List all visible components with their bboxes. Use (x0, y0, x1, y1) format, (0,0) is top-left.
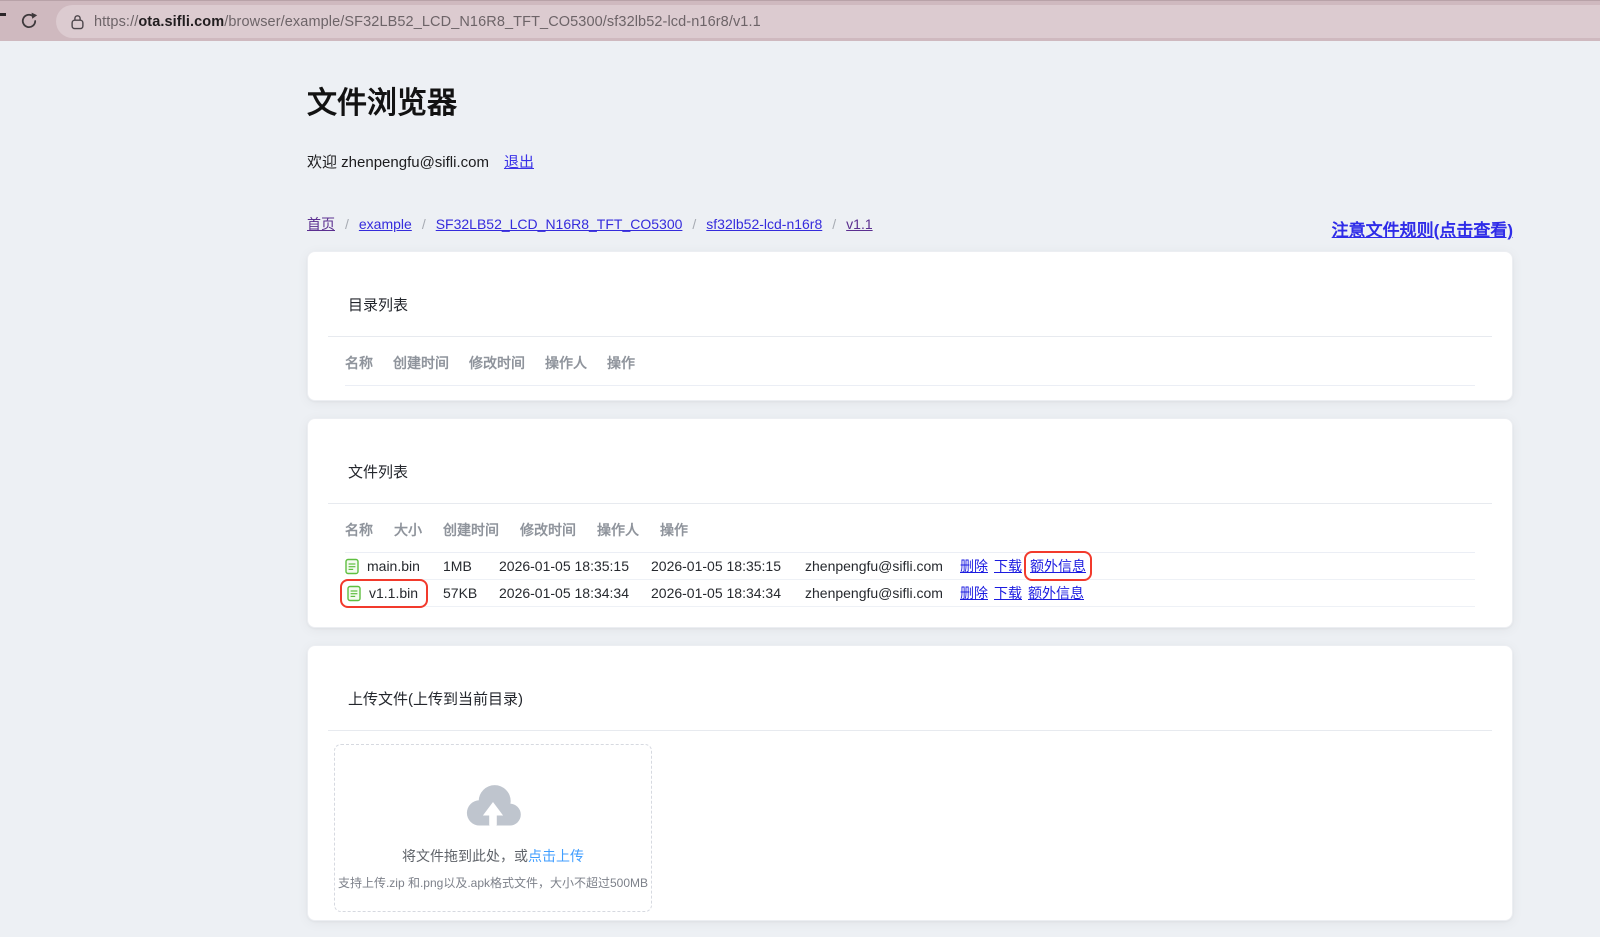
file-name-cell: main.bin (345, 558, 443, 575)
download-link[interactable]: 下载 (994, 583, 1022, 603)
table-row: v1.1.bin 57KB 2026-01-05 18:34:34 2026-0… (345, 580, 1475, 607)
file-card-title: 文件列表 (348, 461, 1492, 482)
logout-link[interactable]: 退出 (504, 154, 534, 171)
drag-here-text: 将文件拖到此处，或 (402, 848, 528, 864)
file-table-header: 名称 大小 创建时间 修改时间 操作人 操作 (345, 520, 1475, 553)
col-operator: 操作人 (545, 353, 587, 373)
file-created-time: 2026-01-05 18:35:15 (499, 558, 651, 574)
url-scheme: https:// (94, 14, 138, 30)
file-list-card: 文件列表 名称 大小 创建时间 修改时间 操作人 操作 mai (307, 418, 1513, 628)
col-name: 名称 (345, 520, 373, 540)
breadcrumb-version[interactable]: v1.1 (846, 216, 872, 232)
file-size: 57KB (443, 585, 499, 601)
upload-instruction: 将文件拖到此处，或点击上传 (335, 846, 651, 866)
file-icon (345, 558, 359, 575)
upload-cloud-icon (335, 779, 651, 830)
divider (328, 503, 1492, 504)
file-icon (347, 585, 361, 602)
url-text: https://ota.sifli.com/browser/example/SF… (94, 14, 761, 30)
delete-link[interactable]: 删除 (960, 556, 988, 576)
col-created: 创建时间 (443, 520, 499, 540)
address-bar[interactable]: https://ota.sifli.com/browser/example/SF… (56, 5, 1600, 38)
delete-link[interactable]: 删除 (960, 583, 988, 603)
col-name: 名称 (345, 353, 373, 373)
browser-toolbar: https://ota.sifli.com/browser/example/SF… (0, 0, 1600, 41)
file-rules-link[interactable]: 注意文件规则(点击查看) (1332, 216, 1513, 241)
divider (328, 336, 1492, 337)
col-modified: 修改时间 (469, 353, 525, 373)
lock-icon[interactable] (71, 14, 84, 30)
breadcrumb-board[interactable]: SF32LB52_LCD_N16R8_TFT_CO5300 (436, 216, 683, 232)
breadcrumb-home[interactable]: 首页 (307, 214, 335, 234)
click-to-upload-link[interactable]: 点击上传 (528, 848, 584, 864)
red-highlight-box: 额外信息 (1024, 551, 1092, 581)
welcome-text: 欢迎 (307, 154, 341, 171)
red-highlight-box: v1.1.bin (340, 579, 428, 608)
col-modified: 修改时间 (520, 520, 576, 540)
table-row: main.bin 1MB 2026-01-05 18:35:15 2026-01… (345, 553, 1475, 580)
col-created: 创建时间 (393, 353, 449, 373)
directory-list-card: 目录列表 名称 创建时间 修改时间 操作人 操作 (307, 251, 1513, 401)
upload-card: 上传文件(上传到当前目录) 将文件拖到此处 (307, 645, 1513, 921)
col-size: 大小 (394, 520, 422, 540)
breadcrumb-separator: / (832, 216, 836, 232)
file-modified-time: 2026-01-05 18:34:34 (651, 585, 805, 601)
file-modified-time: 2026-01-05 18:35:15 (651, 558, 805, 574)
welcome-line: 欢迎 zhenpengfu@sifli.com 退出 (307, 151, 1513, 172)
breadcrumb-separator: / (422, 216, 426, 232)
file-operator: zhenpengfu@sifli.com (805, 558, 960, 574)
file-created-time: 2026-01-05 18:34:34 (499, 585, 651, 601)
reload-icon[interactable] (19, 11, 39, 31)
file-name: main.bin (367, 558, 420, 574)
page-content: 文件浏览器 欢迎 zhenpengfu@sifli.com 退出 注意文件规则(点… (307, 88, 1513, 921)
file-name: v1.1.bin (369, 585, 418, 601)
extra-info-link[interactable]: 额外信息 (1028, 583, 1084, 603)
file-actions: 删除 下载 额外信息 (960, 583, 1084, 603)
file-operator: zhenpengfu@sifli.com (805, 585, 960, 601)
upload-dropzone[interactable]: 将文件拖到此处，或点击上传 支持上传.zip 和.png以及.apk格式文件，大… (334, 744, 652, 912)
directory-table-header: 名称 创建时间 修改时间 操作人 操作 (345, 353, 1475, 386)
breadcrumb-separator: / (345, 216, 349, 232)
url-path: /browser/example/SF32LB52_LCD_N16R8_TFT_… (224, 14, 761, 30)
extra-info-link[interactable]: 额外信息 (1030, 558, 1086, 574)
upload-tip: 支持上传.zip 和.png以及.apk格式文件，大小不超过500MB (335, 874, 651, 891)
directory-card-title: 目录列表 (348, 294, 1492, 315)
col-actions: 操作 (607, 353, 635, 373)
breadcrumb-separator: / (692, 216, 696, 232)
file-size: 1MB (443, 558, 499, 574)
divider (328, 730, 1492, 731)
col-actions: 操作 (660, 520, 688, 540)
user-email: zhenpengfu@sifli.com (341, 154, 489, 171)
download-link[interactable]: 下载 (994, 556, 1022, 576)
page-title: 文件浏览器 (307, 88, 1513, 120)
file-actions: 删除 下载 额外信息 (960, 554, 1088, 578)
back-arrow-fragment (0, 13, 6, 16)
url-domain: ota.sifli.com (138, 14, 224, 30)
file-name-cell: v1.1.bin (345, 579, 443, 608)
col-operator: 操作人 (597, 520, 639, 540)
breadcrumb-project[interactable]: sf32lb52-lcd-n16r8 (706, 216, 822, 232)
breadcrumb-example[interactable]: example (359, 216, 412, 232)
upload-card-title: 上传文件(上传到当前目录) (348, 688, 1492, 709)
